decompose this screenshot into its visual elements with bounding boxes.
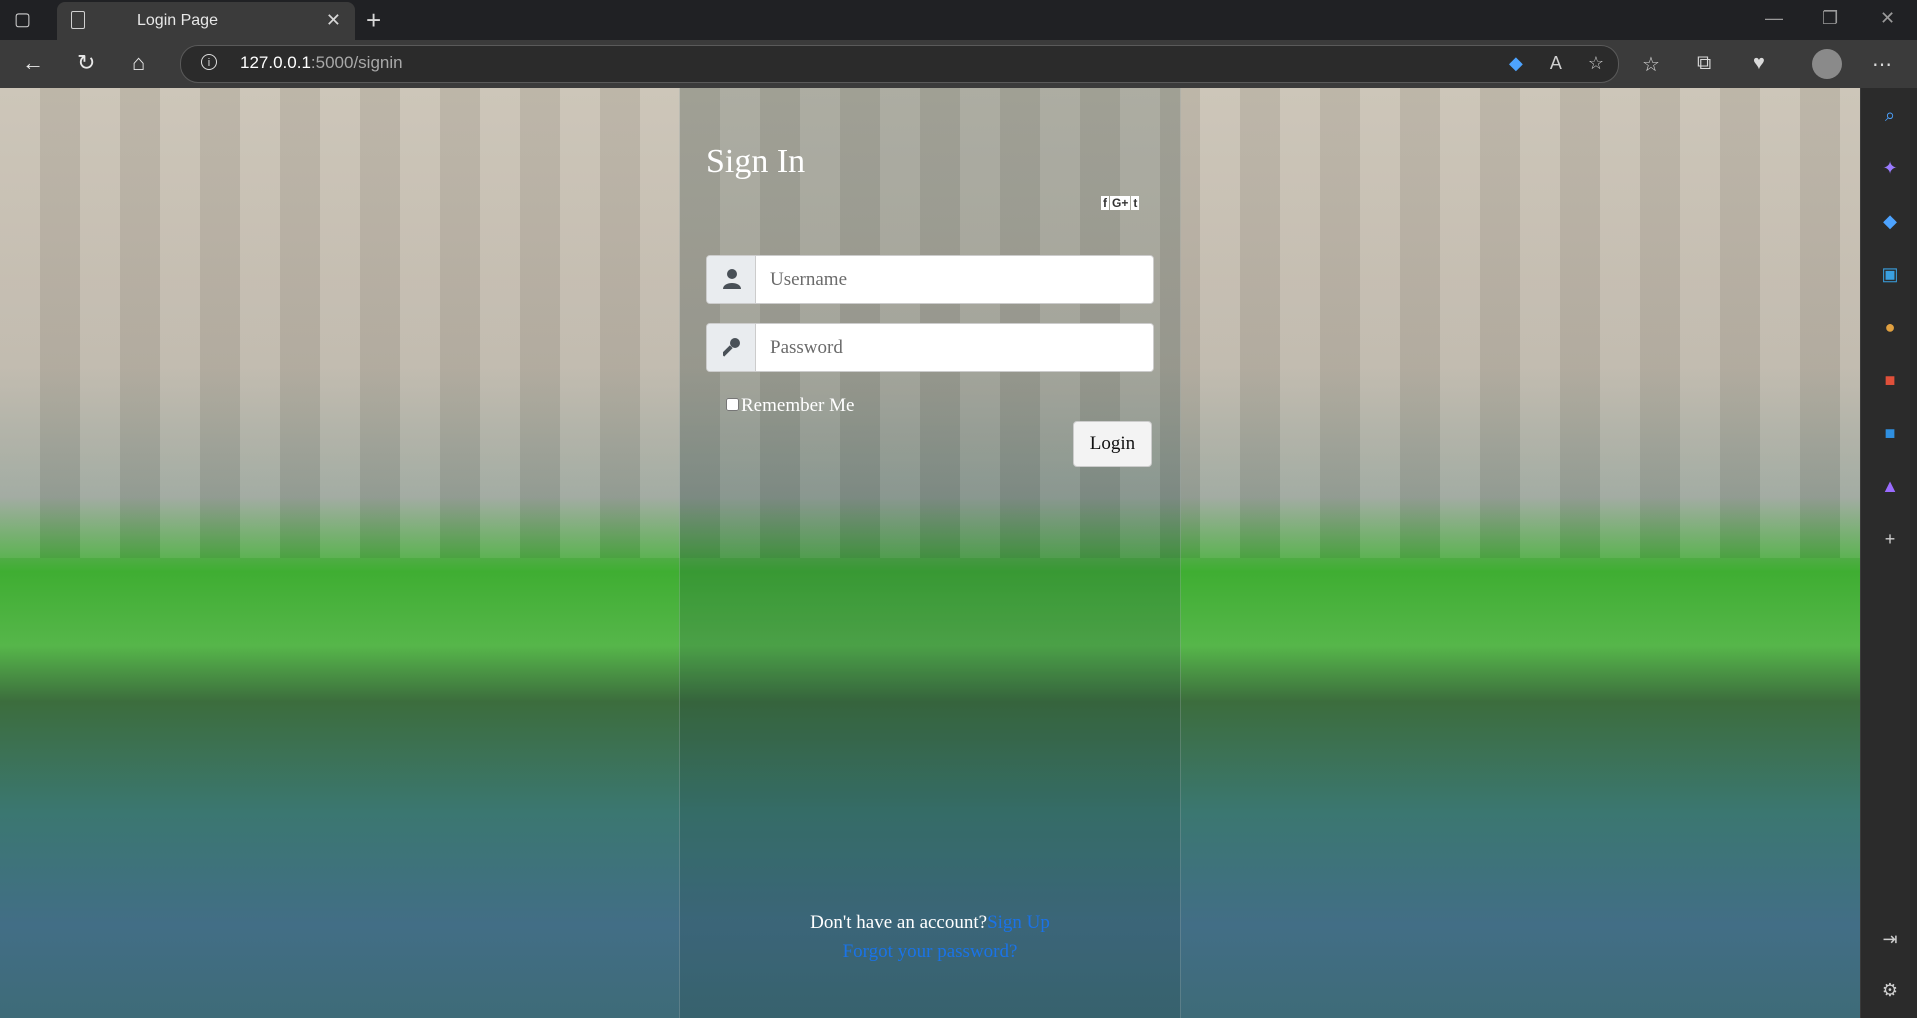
more-icon[interactable]: ⋯ — [1872, 52, 1892, 77]
home-icon[interactable]: ⌂ — [132, 50, 145, 76]
back-icon[interactable]: ← — [22, 50, 44, 76]
settings-icon[interactable]: ⚙ — [1879, 979, 1901, 1001]
read-aloud-icon[interactable]: A — [1550, 53, 1561, 73]
url-host: 127.0.0.1 — [240, 53, 311, 72]
google-plus-icon[interactable]: G+ — [1110, 196, 1131, 210]
outlook-icon[interactable]: ■ — [1879, 422, 1901, 444]
remember-me[interactable]: Remember Me — [726, 395, 854, 417]
key-icon — [707, 324, 756, 371]
new-tab-icon[interactable]: + — [366, 5, 381, 36]
page-title: Sign In — [706, 143, 806, 180]
favorites-icon[interactable]: ☆ — [1642, 52, 1660, 77]
remember-label: Remember Me — [741, 395, 855, 416]
forgot-password-row: Forgot your password? — [680, 941, 1180, 963]
page-icon — [71, 11, 85, 29]
designer-icon[interactable]: ▲ — [1879, 475, 1901, 497]
tools-icon[interactable]: ▣ — [1879, 263, 1901, 285]
profile-avatar[interactable] — [1812, 49, 1842, 79]
office-icon[interactable]: ■ — [1879, 369, 1901, 391]
shopping-tag-icon[interactable]: ◆ — [1509, 53, 1523, 73]
close-window-icon[interactable]: ✕ — [1880, 8, 1895, 29]
tab-login-page[interactable]: Login Page ✕ — [57, 2, 355, 40]
edge-sidebar: ⌕ ✦ ◆ ▣ ● ■ ■ ▲ + ⇥ ⚙ — [1860, 88, 1917, 1018]
signup-prompt: Don't have an account?Sign Up — [680, 912, 1180, 934]
social-icons: f G+ t — [1100, 196, 1140, 211]
username-input[interactable] — [756, 256, 1153, 303]
games-icon[interactable]: ● — [1879, 316, 1901, 338]
sidebar-toggle-icon[interactable]: ⇥ — [1879, 928, 1901, 950]
password-group — [706, 323, 1154, 372]
copilot-icon[interactable]: ✦ — [1879, 157, 1901, 179]
login-button[interactable]: Login — [1073, 421, 1152, 467]
signup-link[interactable]: Sign Up — [987, 912, 1050, 933]
no-account-text: Don't have an account? — [810, 912, 988, 933]
tab-bar: ▢ Login Page ✕ + — ❐ ✕ — [0, 0, 1917, 40]
url-path: :5000/signin — [310, 53, 403, 72]
facebook-icon[interactable]: f — [1101, 196, 1109, 210]
shopping-icon[interactable]: ◆ — [1879, 210, 1901, 232]
url-actions: ◆ A ☆ — [1487, 53, 1604, 74]
site-info-icon[interactable]: i — [201, 54, 217, 70]
remember-checkbox[interactable] — [726, 398, 739, 411]
forgot-password-link[interactable]: Forgot your password? — [843, 941, 1018, 962]
login-panel: Sign In fG+t Remember Me — [679, 88, 1181, 1018]
twitter-icon[interactable]: t — [1131, 196, 1140, 210]
url-field[interactable]: i 127.0.0.1:5000/signin ◆ A ☆ — [180, 45, 1619, 83]
tab-actions-icon[interactable]: ▢ — [14, 9, 44, 31]
refresh-icon[interactable]: ↻ — [77, 50, 95, 76]
tab-title: Login Page — [137, 12, 218, 29]
user-icon — [707, 256, 756, 303]
minimize-icon[interactable]: — — [1765, 8, 1783, 29]
close-tab-icon[interactable]: ✕ — [326, 10, 341, 31]
add-favorite-icon[interactable]: ☆ — [1588, 53, 1604, 73]
address-bar: ← ↻ ⌂ i 127.0.0.1:5000/signin ◆ A ☆ ☆ ⧉ … — [0, 40, 1917, 89]
user-icon-svg — [723, 269, 741, 289]
add-icon[interactable]: + — [1879, 528, 1901, 550]
collections-icon[interactable]: ⧉ — [1697, 52, 1711, 75]
password-input[interactable] — [756, 324, 1153, 371]
health-icon[interactable]: ♥ — [1753, 52, 1765, 75]
search-icon[interactable]: ⌕ — [1879, 104, 1901, 126]
username-group — [706, 255, 1154, 304]
restore-icon[interactable]: ❐ — [1822, 8, 1838, 29]
key-icon-svg — [723, 338, 740, 357]
page-background: Sign In fG+t Remember Me — [0, 88, 1860, 1018]
url-text[interactable]: 127.0.0.1:5000/signin — [240, 53, 403, 73]
